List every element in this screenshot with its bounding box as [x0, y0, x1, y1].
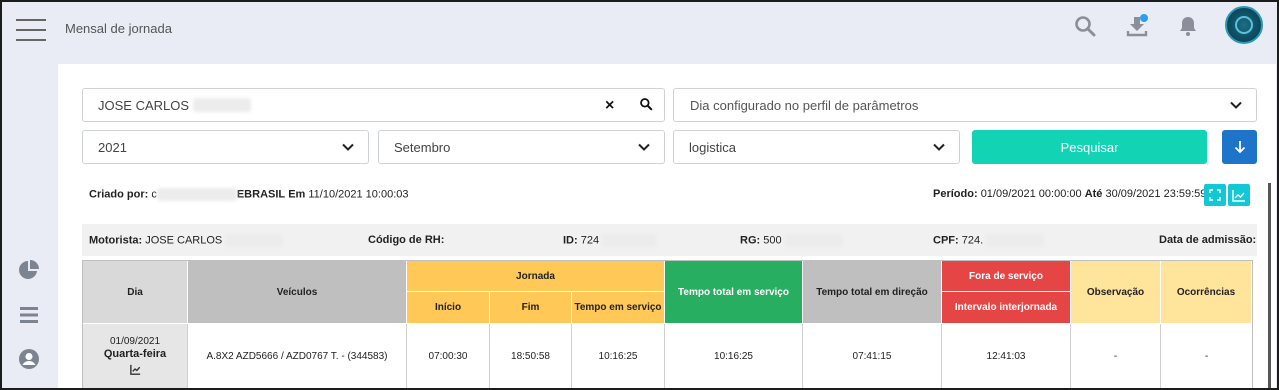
month-select-value: Setembro [394, 139, 451, 155]
top-bar: Mensal de jornada [0, 0, 1279, 62]
header-tempo-total-servico: Tempo total em serviço [665, 261, 803, 324]
codigo-rh-info: Código de RH: [368, 234, 445, 246]
admissao-info: Data de admissão: [1159, 234, 1257, 246]
chart-button[interactable] [1228, 184, 1250, 206]
row-weekday: Quarta-feira [103, 348, 167, 360]
page-title: Mensal de jornada [65, 21, 172, 36]
year-select-value: 2021 [98, 139, 127, 155]
redacted-text [193, 98, 252, 112]
search-icon[interactable] [639, 97, 653, 114]
group-select[interactable]: logistica [673, 130, 960, 164]
chevron-down-icon [638, 143, 650, 151]
table-row[interactable]: 01/09/2021 Quarta-feira [83, 324, 188, 388]
id-info: ID: 724 [563, 234, 658, 247]
profile-select-value: Dia configurado no perfil de parâmetros [690, 97, 919, 113]
report-period: Período: 01/09/2021 00:00:00 Até 30/09/2… [933, 188, 1207, 200]
row-veiculos: A.8X2 AZD5666 / AZD0767 T. - (344583) [188, 324, 407, 388]
row-tempo-servico: 10:16:25 [572, 324, 665, 388]
menu-icon[interactable] [16, 19, 46, 41]
fullscreen-icon [1209, 189, 1221, 201]
month-select[interactable]: Setembro [378, 130, 665, 164]
row-date: 01/09/2021 [109, 336, 161, 347]
header-intervalo: Intervalo interjornada [942, 292, 1071, 324]
header-inicio: Início [407, 292, 490, 324]
cpf-info: CPF: 724. [933, 234, 1045, 247]
header-fim: Fim [490, 292, 572, 324]
header-jornada: Jornada [407, 261, 665, 292]
arrow-down-icon [1234, 141, 1245, 154]
row-observacao: - [1071, 324, 1161, 388]
row-tempo-total-direcao: 07:41:15 [803, 324, 942, 388]
line-chart-icon [1232, 190, 1245, 202]
motorista-info: Motorista: JOSE CARLOS [89, 234, 284, 247]
header-dia: Dia [83, 261, 188, 324]
group-select-value: logistica [689, 139, 736, 155]
chevron-down-icon [933, 143, 945, 151]
notification-badge [1140, 14, 1148, 22]
driver-search-value: JOSE CARLOS [98, 97, 190, 113]
row-ocorrencias: - [1161, 324, 1252, 388]
row-intervalo: 12:41:03 [942, 324, 1071, 388]
search-icon[interactable] [1073, 14, 1099, 40]
clear-icon[interactable]: × [605, 97, 614, 115]
scrollbar[interactable] [1268, 183, 1271, 388]
line-chart-icon[interactable] [129, 363, 142, 376]
chevron-down-icon [1230, 101, 1242, 109]
row-fim: 18:50:58 [490, 324, 572, 388]
header-observacao: Observação [1071, 261, 1161, 324]
bell-icon[interactable] [1176, 14, 1202, 40]
download-button[interactable] [1222, 130, 1257, 164]
header-fora-servico: Fora de serviço [942, 261, 1071, 292]
list-icon[interactable] [17, 303, 41, 327]
chevron-down-icon [342, 143, 354, 151]
header-tempo-servico: Tempo em serviço [572, 292, 665, 324]
year-select[interactable]: 2021 [82, 130, 369, 164]
avatar[interactable] [1225, 6, 1263, 44]
row-inicio: 07:00:30 [407, 324, 490, 388]
header-tempo-total-direcao: Tempo total em direção [803, 261, 942, 324]
driver-search-input[interactable]: JOSE CARLOS × [82, 88, 665, 122]
header-veiculos: Veículos [188, 261, 407, 324]
header-ocorrencias: Ocorrências [1161, 261, 1252, 324]
rg-info: RG: 500 [740, 234, 843, 247]
created-by: Criado por: c EBRASIL Em 11/10/2021 10:00… [89, 188, 409, 201]
search-button[interactable]: Pesquisar [972, 130, 1207, 164]
pie-chart-icon[interactable] [17, 258, 41, 282]
fullscreen-button[interactable] [1204, 184, 1226, 206]
row-tempo-total-servico: 10:16:25 [665, 324, 803, 388]
profile-select[interactable]: Dia configurado no perfil de parâmetros [673, 88, 1257, 122]
user-circle-icon[interactable] [17, 347, 41, 371]
